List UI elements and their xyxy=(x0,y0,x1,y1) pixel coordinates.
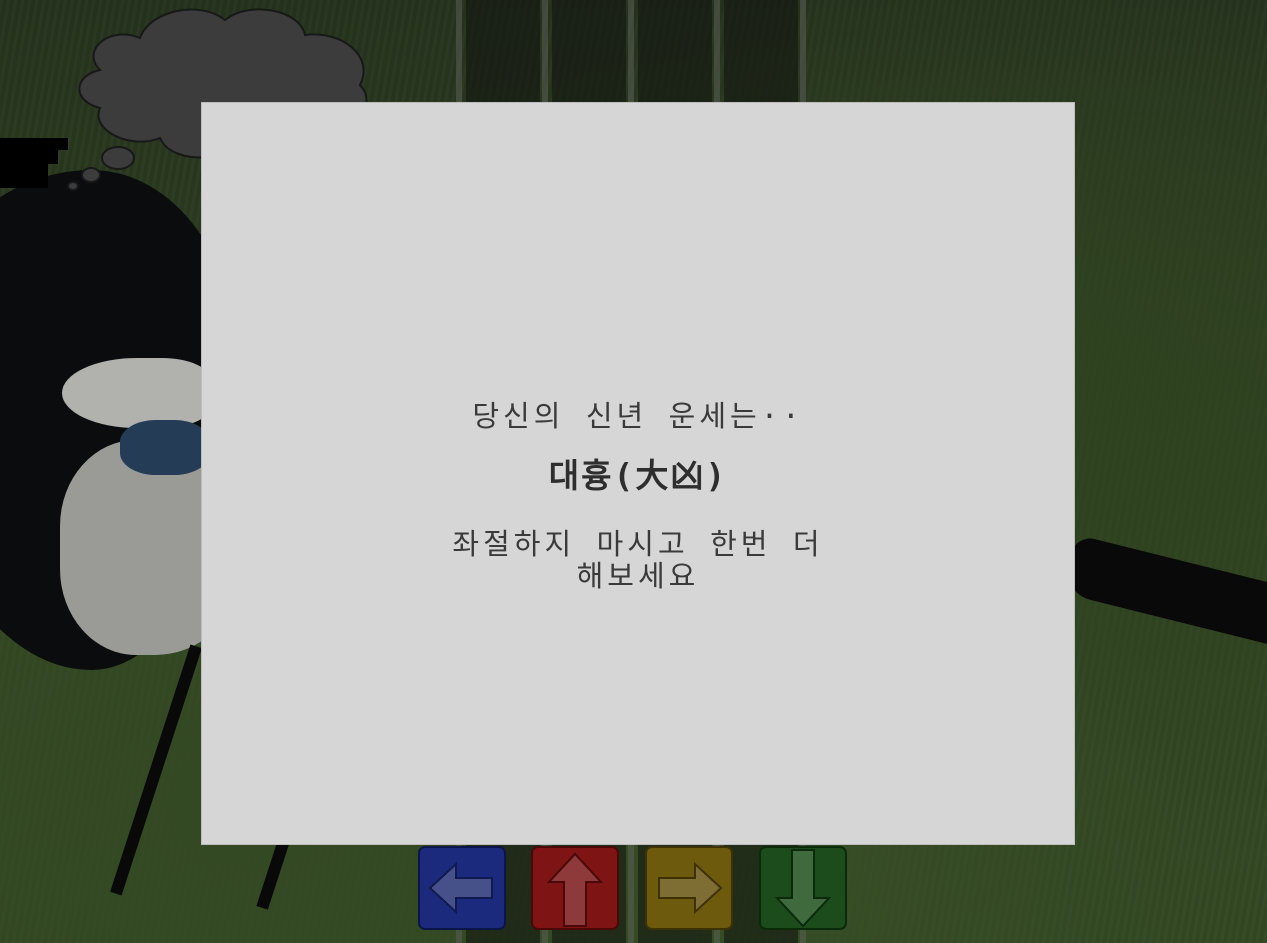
fortune-result-text: 대흉(大凶) xyxy=(548,456,728,495)
fortune-result-dialog: 당신의 신년 운세는·· 대흉(大凶) 좌절하지 마시고 한번 더 해보세요 xyxy=(202,103,1074,844)
fortune-advice-text: 좌절하지 마시고 한번 더 해보세요 xyxy=(202,528,1074,592)
down-arrow-key[interactable] xyxy=(759,846,847,930)
advice-line-2: 해보세요 xyxy=(576,559,700,593)
left-arrow-key[interactable] xyxy=(418,846,506,930)
left-arrow-icon xyxy=(418,846,506,930)
down-arrow-icon xyxy=(759,846,847,930)
advice-line-1: 좌절하지 마시고 한번 더 xyxy=(452,527,824,561)
right-arrow-key[interactable] xyxy=(645,846,733,930)
up-arrow-icon xyxy=(531,846,619,930)
game-scene: 당신의 신년 운세는·· 대흉(大凶) 좌절하지 마시고 한번 더 해보세요 xyxy=(0,0,1267,943)
up-arrow-key[interactable] xyxy=(531,846,619,930)
right-arrow-icon xyxy=(645,846,733,930)
fortune-intro-text: 당신의 신년 운세는·· xyxy=(472,399,804,433)
